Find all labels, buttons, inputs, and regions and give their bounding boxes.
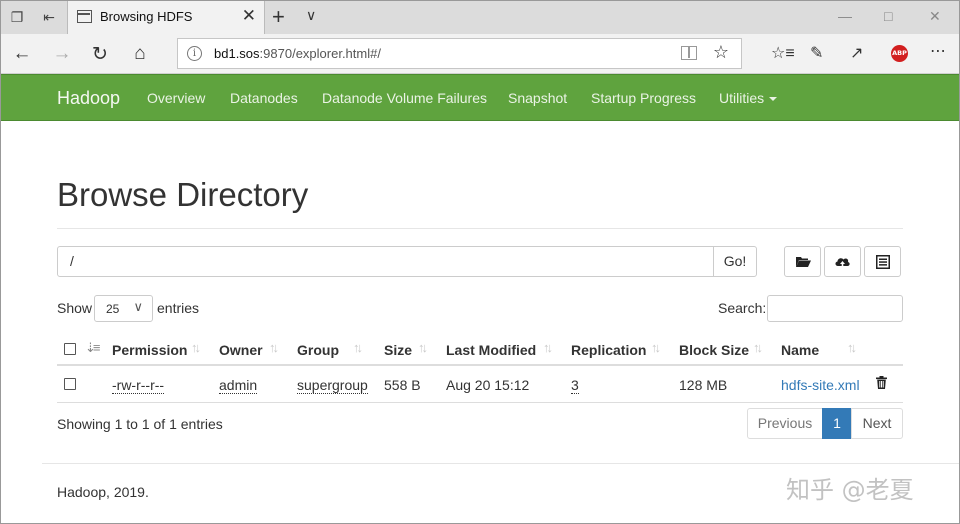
url-path: :9870/explorer.html#/ — [259, 46, 381, 61]
more-options-icon[interactable]: ⋯ — [930, 41, 947, 61]
sort-asc-icon[interactable]: ⇣≡ — [85, 340, 101, 356]
col-permission[interactable]: Permission — [112, 342, 187, 358]
go-button[interactable]: Go! — [713, 246, 757, 277]
hadoop-navbar: Hadoop Overview Datanodes Datanode Volum… — [0, 74, 960, 121]
col-block-size[interactable]: Block Size — [679, 342, 749, 358]
nav-utilities-dropdown[interactable]: Utilities — [719, 90, 778, 106]
browser-tab[interactable]: Browsing HDFS ✕ — [67, 0, 265, 34]
page-title: Browse Directory — [57, 176, 309, 213]
close-window-icon[interactable]: ✕ — [929, 8, 941, 25]
tab-manager-icon[interactable]: ❐ — [8, 8, 26, 26]
footer-divider — [42, 463, 960, 464]
share-icon[interactable]: ↗ — [850, 43, 863, 63]
sort-icon[interactable]: ↑↓ — [753, 340, 763, 355]
reading-view-icon[interactable] — [681, 46, 697, 60]
next-page-button[interactable]: Next — [851, 408, 903, 439]
row-checkbox[interactable] — [64, 378, 76, 390]
new-tab-icon[interactable]: + — [272, 4, 285, 30]
tab-list-chevron-icon[interactable]: ∨ — [306, 7, 316, 24]
tab-aside-icon[interactable]: ⇤ — [40, 8, 58, 26]
page-length-value: 25 — [106, 302, 120, 316]
cut-paste-button[interactable] — [864, 246, 901, 277]
file-name-link[interactable]: hdfs-site.xml — [781, 377, 860, 393]
col-replication[interactable]: Replication — [571, 342, 646, 358]
caret-down-icon — [769, 97, 778, 102]
back-icon[interactable]: ← — [10, 42, 34, 66]
cell-replication[interactable]: 3 — [571, 377, 579, 394]
url-text[interactable]: bd1.sos:9870/explorer.html#/ — [214, 46, 381, 61]
nav-overview[interactable]: Overview — [147, 90, 205, 106]
search-input[interactable] — [767, 295, 903, 322]
trash-icon[interactable] — [876, 376, 887, 389]
address-bar[interactable]: i bd1.sos:9870/explorer.html#/ ☆ — [177, 38, 742, 69]
search-label: Search: — [718, 300, 767, 316]
table-row: -rw-r--r-- admin supergroup 558 B Aug 20… — [57, 367, 903, 403]
select-all-checkbox[interactable] — [64, 343, 76, 355]
cell-size: 558 B — [384, 377, 421, 393]
col-group[interactable]: Group — [297, 342, 339, 358]
table-header: ⇣≡ Permission ↑↓ Owner ↑↓ Group ↑↓ Size … — [57, 334, 903, 366]
previous-page-button[interactable]: Previous — [747, 408, 823, 439]
upload-files-button[interactable] — [824, 246, 861, 277]
site-info-icon[interactable]: i — [187, 46, 202, 61]
home-icon[interactable]: ⌂ — [128, 42, 152, 66]
footer-text: Hadoop, 2019. — [57, 484, 149, 500]
sort-icon[interactable]: ↑↓ — [847, 340, 857, 355]
brand-link[interactable]: Hadoop — [57, 88, 120, 109]
sort-icon[interactable]: ↑↓ — [418, 340, 428, 355]
sort-icon[interactable]: ↑↓ — [543, 340, 553, 355]
web-note-pen-icon[interactable]: ✎ — [810, 43, 823, 63]
cell-block-size: 128 MB — [679, 377, 728, 393]
refresh-icon[interactable]: ↻ — [88, 42, 112, 66]
nav-utilities-label: Utilities — [719, 90, 765, 106]
tab-close-icon[interactable]: ✕ — [242, 6, 256, 26]
page-icon — [77, 10, 92, 23]
nav-datanodes[interactable]: Datanodes — [230, 90, 298, 106]
col-name[interactable]: Name — [781, 342, 819, 358]
tab-title: Browsing HDFS — [100, 9, 193, 24]
show-label: Show — [57, 300, 93, 316]
forward-icon[interactable]: → — [50, 42, 74, 66]
url-host: bd1.sos — [214, 46, 260, 61]
col-last-modified[interactable]: Last Modified — [446, 342, 536, 358]
favorites-list-icon[interactable]: ☆≡ — [771, 43, 795, 63]
sort-icon[interactable]: ↑↓ — [269, 340, 279, 355]
page-1-button[interactable]: 1 — [822, 408, 852, 439]
cell-last-modified: Aug 20 15:12 — [446, 377, 530, 393]
folder-open-icon — [795, 257, 811, 267]
cell-permission[interactable]: -rw-r--r-- — [112, 377, 165, 394]
list-alt-icon — [875, 254, 890, 269]
adblock-plus-icon[interactable]: ABP — [891, 45, 908, 62]
nav-startup-progress[interactable]: Startup Progress — [591, 90, 696, 106]
watermark: 知乎 @老夏 — [786, 476, 914, 504]
browser-tab-bar: ❐ ⇤ Browsing HDFS ✕ + ∨ — □ ✕ — [0, 0, 960, 34]
divider — [57, 228, 903, 229]
address-toolbar: ← → ↻ ⌂ i bd1.sos:9870/explorer.html#/ ☆… — [0, 34, 960, 74]
sort-icon[interactable]: ↑↓ — [191, 340, 201, 355]
favorite-star-icon[interactable]: ☆ — [713, 42, 729, 63]
cell-owner[interactable]: admin — [219, 377, 258, 394]
entries-label: entries — [157, 300, 200, 316]
col-owner[interactable]: Owner — [219, 342, 263, 358]
cloud-upload-icon — [835, 257, 850, 268]
col-size[interactable]: Size — [384, 342, 412, 358]
sort-icon[interactable]: ↑↓ — [353, 340, 363, 355]
maximize-icon[interactable]: □ — [884, 8, 892, 24]
nav-datanode-volume-failures[interactable]: Datanode Volume Failures — [322, 90, 487, 106]
page-length-select[interactable]: 25 ∨ — [94, 295, 153, 322]
create-directory-button[interactable] — [784, 246, 821, 277]
minimize-icon[interactable]: — — [838, 8, 852, 24]
directory-path-input[interactable]: / — [57, 246, 714, 277]
nav-snapshot[interactable]: Snapshot — [508, 90, 567, 106]
chevron-down-icon: ∨ — [133, 299, 143, 314]
cell-group[interactable]: supergroup — [297, 377, 368, 394]
table-info: Showing 1 to 1 of 1 entries — [57, 416, 223, 432]
sort-icon[interactable]: ↑↓ — [651, 340, 661, 355]
